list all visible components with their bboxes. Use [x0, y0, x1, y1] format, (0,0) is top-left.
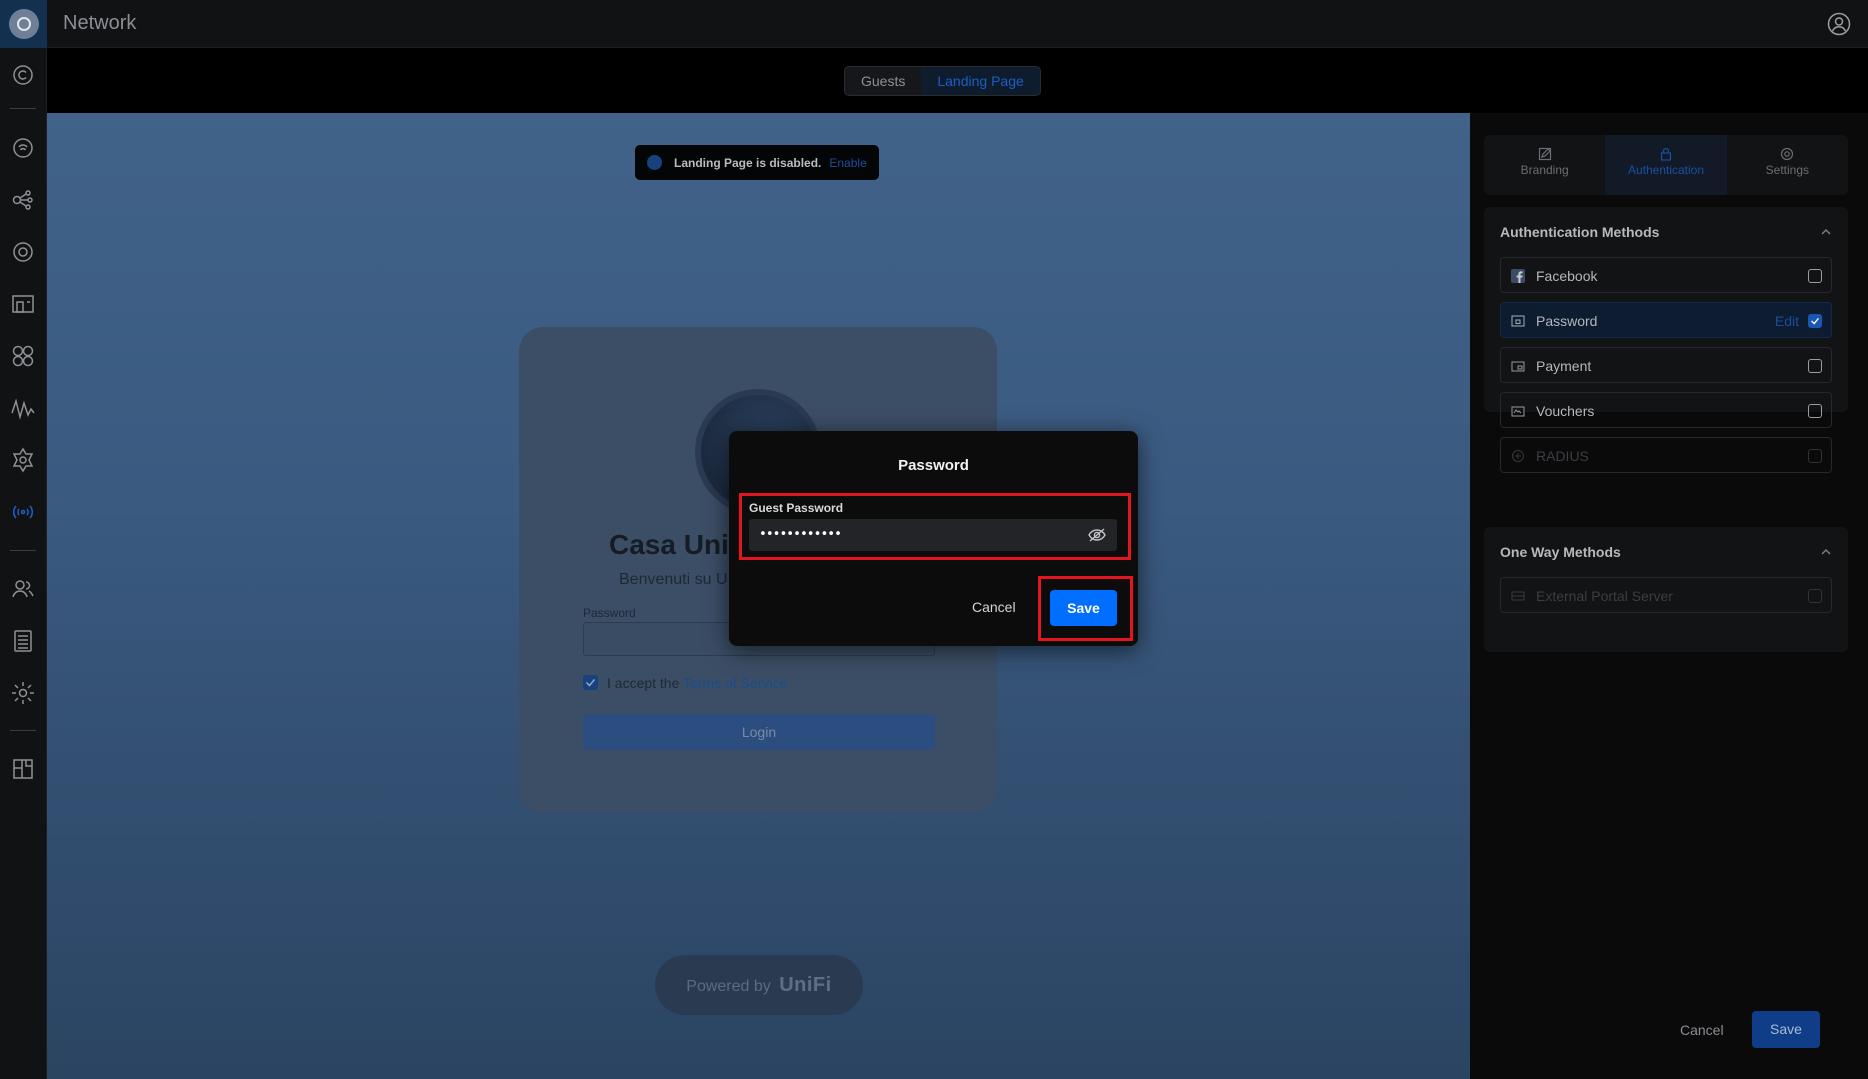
innerspace-icon[interactable] — [10, 756, 36, 782]
tab-authentication[interactable]: Authentication — [1605, 135, 1727, 195]
security-icon[interactable] — [10, 447, 36, 473]
method-vouchers-checkbox[interactable] — [1808, 404, 1822, 418]
method-vouchers-label: Vouchers — [1536, 403, 1595, 419]
devices-icon[interactable] — [10, 187, 36, 213]
topology-icon[interactable] — [10, 135, 36, 161]
facebook-icon — [1511, 269, 1525, 283]
app-root: Network Guests Landing Page Landing Page… — [0, 0, 1868, 1079]
server-icon — [1511, 591, 1525, 601]
enable-link[interactable]: Enable — [829, 156, 866, 170]
logs-icon[interactable] — [10, 628, 36, 654]
banner-text: Landing Page is disabled. — [674, 155, 822, 170]
preview-terms-checkbox — [583, 675, 598, 690]
app-logo[interactable] — [0, 0, 47, 48]
method-payment[interactable]: Payment — [1500, 347, 1832, 383]
tab-guests[interactable]: Guests — [845, 67, 921, 95]
sidebar-separator — [10, 550, 36, 551]
chevron-up-icon — [1821, 549, 1831, 555]
method-password-edit-link[interactable]: Edit — [1775, 313, 1799, 329]
user-account-icon[interactable] — [1827, 12, 1851, 36]
method-radius-label: RADIUS — [1536, 448, 1589, 464]
highlight-save-button — [1038, 576, 1133, 641]
statistics-icon[interactable] — [10, 395, 36, 421]
oneway-methods-title: One Way Methods — [1500, 544, 1621, 560]
method-payment-label: Payment — [1536, 358, 1592, 374]
edit-icon — [1538, 147, 1551, 161]
auth-methods-header[interactable]: Authentication Methods — [1484, 207, 1848, 257]
powered-prefix: Powered by — [686, 978, 771, 995]
method-payment-checkbox[interactable] — [1808, 359, 1822, 373]
top-bar: Network — [0, 0, 1868, 48]
powered-by-badge: Powered by UniFi — [655, 955, 863, 1015]
method-external-portal: External Portal Server — [1500, 577, 1832, 613]
logo-icon — [8, 9, 39, 39]
method-radius: RADIUS — [1500, 437, 1832, 473]
method-facebook-checkbox[interactable] — [1808, 269, 1822, 283]
disabled-banner: Landing Page is disabled. Enable — [635, 145, 879, 180]
right-panel: Branding Authentication Settings Authent… — [1470, 113, 1868, 1079]
tab-settings[interactable]: Settings — [1727, 135, 1848, 195]
radius-icon — [1511, 449, 1525, 463]
ports-icon[interactable] — [10, 291, 36, 317]
panel-save-button[interactable]: Save — [1752, 1011, 1820, 1048]
preview-login-button: Login — [583, 714, 935, 750]
powered-brand: UniFi — [779, 974, 832, 996]
settings-icon[interactable] — [10, 680, 36, 706]
accept-text: I accept the — [607, 675, 684, 691]
panel-cancel-button[interactable]: Cancel — [1680, 1022, 1724, 1038]
panel-tabs: Branding Authentication Settings — [1484, 135, 1848, 195]
terms-link: Terms of Service — [683, 675, 788, 691]
oneway-methods-header[interactable]: One Way Methods — [1484, 527, 1848, 577]
preview-terms-text: I accept the Terms of Service — [607, 675, 787, 691]
auth-methods-section: Authentication Methods Facebook Password… — [1484, 207, 1848, 473]
tab-authentication-label: Authentication — [1627, 163, 1705, 177]
info-icon — [647, 155, 662, 170]
preview-subtitle: Benvenuti su U — [619, 571, 728, 588]
preview-title: Casa Uni — [609, 529, 729, 560]
apps-icon[interactable] — [10, 343, 36, 369]
method-radius-checkbox — [1808, 449, 1822, 463]
oneway-methods-section: One Way Methods External Portal Server — [1484, 527, 1848, 652]
payment-icon — [1511, 361, 1525, 372]
modal-title: Password — [898, 457, 969, 474]
hotspot-icon[interactable] — [10, 499, 36, 525]
password-icon — [1511, 315, 1525, 327]
method-vouchers[interactable]: Vouchers — [1500, 392, 1832, 428]
method-external-portal-label: External Portal Server — [1536, 588, 1673, 604]
preview-password-label: Password — [583, 606, 636, 620]
voucher-icon — [1511, 406, 1525, 417]
gear-icon — [1781, 147, 1794, 161]
tab-branding-label: Branding — [1520, 163, 1569, 177]
sidebar-separator — [10, 108, 36, 109]
users-icon[interactable] — [10, 576, 36, 602]
modal-cancel-button[interactable]: Cancel — [972, 599, 1016, 615]
chevron-up-icon — [1821, 229, 1831, 235]
portal-tab-switch: Guests Landing Page — [844, 66, 1041, 96]
sidebar-separator — [10, 730, 36, 731]
method-external-portal-checkbox — [1808, 589, 1822, 603]
highlight-password-field — [739, 493, 1131, 560]
tab-settings-label: Settings — [1765, 163, 1809, 177]
method-password[interactable]: Password Edit — [1500, 302, 1832, 338]
dashboard-icon[interactable] — [10, 62, 36, 88]
method-facebook-label: Facebook — [1536, 268, 1598, 284]
left-sidebar — [0, 48, 47, 1079]
clients-icon[interactable] — [10, 239, 36, 265]
method-password-label: Password — [1536, 313, 1598, 329]
app-title: Network — [63, 12, 137, 34]
auth-methods-title: Authentication Methods — [1500, 224, 1660, 240]
method-facebook[interactable]: Facebook — [1500, 257, 1832, 293]
lock-icon — [1660, 147, 1672, 161]
method-password-checkbox[interactable] — [1808, 314, 1822, 328]
tab-branding[interactable]: Branding — [1484, 135, 1605, 195]
tab-landing-page[interactable]: Landing Page — [921, 67, 1040, 95]
